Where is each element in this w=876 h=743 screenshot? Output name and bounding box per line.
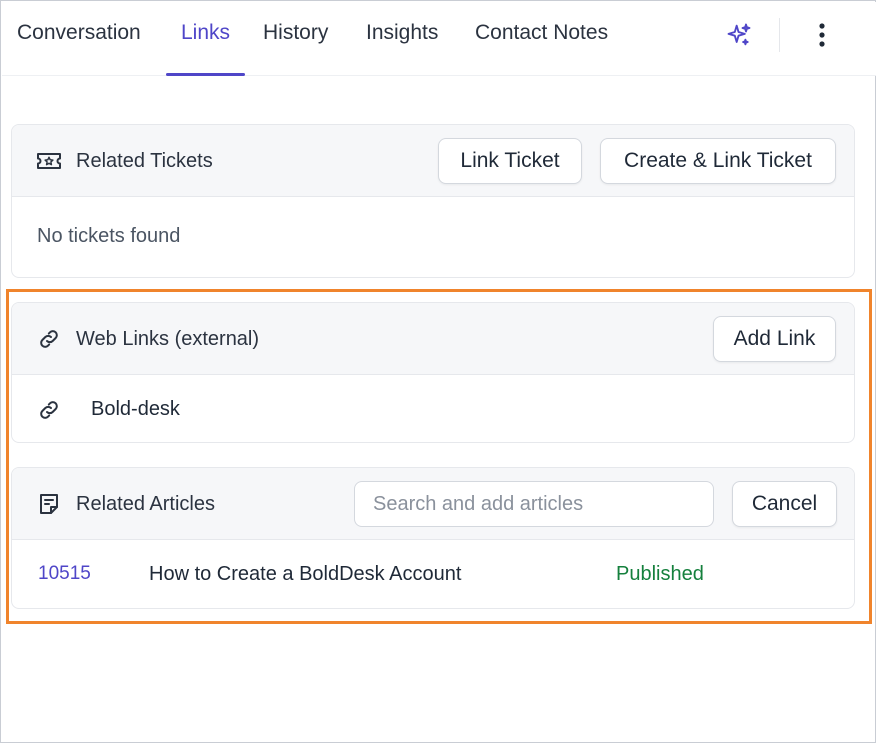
web-link-label[interactable]: Bold-desk	[91, 398, 180, 421]
more-options-button[interactable]	[807, 18, 837, 56]
no-tickets-message: No tickets found	[37, 225, 181, 247]
ticket-icon	[35, 149, 63, 173]
link-icon	[37, 398, 61, 422]
ai-assist-button[interactable]	[720, 20, 758, 54]
article-icon	[37, 492, 61, 516]
web-links-header: Web Links (external) Add Link	[12, 303, 854, 375]
article-row[interactable]: 10515 How to Create a BoldDesk Account P…	[12, 541, 854, 608]
related-tickets-card: Related Tickets Link Ticket Create & Lin…	[11, 124, 855, 278]
create-link-ticket-button[interactable]: Create & Link Ticket	[600, 138, 836, 184]
related-articles-header: Related Articles Cancel	[12, 468, 854, 540]
toolbar-divider	[779, 18, 780, 52]
tab-conversation[interactable]: Conversation	[2, 2, 156, 76]
web-links-card: Web Links (external) Add Link Bold-desk	[11, 302, 855, 443]
links-panel: Conversation Links History Insights Cont…	[0, 0, 876, 743]
article-id-link[interactable]: 10515	[38, 563, 91, 585]
tab-contact-notes[interactable]: Contact Notes	[460, 2, 623, 76]
article-title[interactable]: How to Create a BoldDesk Account	[149, 563, 461, 586]
tab-bar: Conversation Links History Insights Cont…	[2, 2, 876, 76]
related-articles-card: Related Articles Cancel 10515 How to Cre…	[11, 467, 855, 609]
related-tickets-header: Related Tickets Link Ticket Create & Lin…	[12, 125, 854, 197]
web-link-item[interactable]: Bold-desk	[12, 376, 854, 442]
tab-insights[interactable]: Insights	[351, 2, 453, 76]
tab-links[interactable]: Links	[166, 2, 246, 76]
link-ticket-button[interactable]: Link Ticket	[438, 138, 582, 184]
article-search-input[interactable]	[354, 481, 714, 527]
link-icon	[37, 327, 61, 351]
tab-history[interactable]: History	[248, 2, 343, 76]
related-articles-title: Related Articles	[76, 493, 215, 515]
article-status: Published	[616, 563, 704, 585]
add-link-button[interactable]: Add Link	[713, 316, 836, 362]
sparkle-icon	[725, 21, 753, 54]
related-tickets-title: Related Tickets	[76, 150, 213, 172]
more-vertical-icon	[819, 22, 825, 53]
cancel-button[interactable]: Cancel	[732, 481, 837, 527]
web-links-title: Web Links (external)	[76, 328, 260, 350]
